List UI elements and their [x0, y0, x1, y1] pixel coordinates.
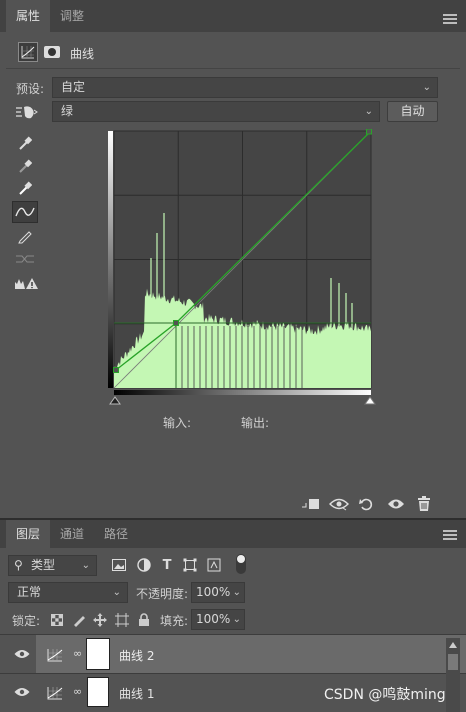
search-icon: ⚲	[14, 558, 23, 572]
visibility-eye-icon[interactable]	[14, 649, 30, 659]
curves-adjustment-icon	[18, 42, 38, 62]
link-icon[interactable]: ∞	[73, 685, 82, 698]
tab-channels[interactable]: 通道	[50, 520, 94, 548]
chevron-down-icon: ⌄	[232, 614, 241, 625]
lock-all-icon[interactable]	[135, 611, 153, 629]
properties-panel: 属性 调整 曲线 预设: 自定 ⌄ 绿 ⌄ 自动 输入: 输出:	[0, 0, 466, 518]
lock-position-icon[interactable]	[91, 611, 109, 629]
tab-adjustments[interactable]: 调整	[50, 0, 94, 32]
layer-row-selected[interactable]: ∞ 曲线 2	[0, 635, 466, 673]
chevron-down-icon: ⌄	[364, 106, 373, 117]
opacity-field[interactable]: 100% ⌄	[191, 582, 245, 603]
white-point-eyedropper-icon[interactable]	[12, 177, 38, 199]
preset-label: 预设:	[16, 82, 45, 96]
clip-to-layer-icon[interactable]	[299, 495, 321, 513]
fill-value: 100%	[196, 612, 231, 626]
layer-name: 曲线 2	[119, 649, 155, 663]
visibility-eye-icon[interactable]	[14, 687, 30, 697]
fill-label: 填充:	[160, 614, 189, 628]
header-title: 曲线	[70, 47, 95, 61]
reset-icon[interactable]	[357, 495, 375, 513]
smooth-curve-icon[interactable]	[12, 248, 38, 270]
input-label: 输入:	[163, 416, 192, 430]
tab-properties[interactable]: 属性	[6, 0, 51, 32]
curve-control-point[interactable]	[173, 320, 179, 326]
channel-dropdown[interactable]: 绿 ⌄	[52, 101, 380, 122]
panel-menu-icon[interactable]	[443, 530, 457, 540]
scrollbar-thumb[interactable]	[448, 654, 458, 670]
lock-transparent-pixels-icon[interactable]	[48, 611, 66, 629]
fill-field[interactable]: 100% ⌄	[191, 609, 245, 630]
target-adjustment-hand-icon[interactable]	[14, 104, 38, 120]
blend-mode-value: 正常	[17, 585, 42, 599]
lock-label: 锁定:	[12, 614, 41, 628]
opacity-label: 不透明度:	[136, 587, 189, 601]
layers-tabbar: 图层 通道 路径	[0, 520, 466, 548]
input-gradient-bar	[114, 390, 371, 395]
view-previous-state-icon[interactable]	[328, 495, 350, 513]
chevron-down-icon: ⌄	[232, 587, 241, 598]
scrollbar[interactable]	[446, 638, 460, 712]
opacity-value: 100%	[196, 585, 231, 599]
pixel-layer-filter-icon[interactable]	[110, 556, 128, 574]
panel-menu-icon[interactable]	[443, 14, 457, 24]
smart-object-filter-icon[interactable]	[205, 556, 223, 574]
preset-value: 自定	[61, 80, 86, 94]
mask-icon[interactable]	[42, 42, 62, 62]
gray-point-eyedropper-icon[interactable]	[12, 155, 38, 177]
divider	[0, 673, 466, 674]
output-label: 输出:	[241, 416, 270, 430]
chevron-down-icon: ⌄	[422, 82, 431, 93]
trash-icon[interactable]	[415, 495, 433, 513]
divider	[6, 68, 460, 69]
curve-edit-points-icon[interactable]	[12, 201, 38, 223]
lock-artboard-icon[interactable]	[113, 611, 131, 629]
layer-name: 曲线 1	[119, 687, 155, 701]
output-gradient-bar	[108, 131, 113, 388]
blend-mode-dropdown[interactable]: 正常 ⌄	[8, 582, 128, 603]
curves-adjustment-icon	[46, 647, 64, 663]
lock-image-pixels-icon[interactable]	[70, 611, 88, 629]
curves-graph[interactable]	[108, 129, 376, 409]
link-icon[interactable]: ∞	[73, 647, 82, 660]
curve-control-point[interactable]	[113, 367, 119, 373]
clipping-warning-icon[interactable]	[12, 272, 40, 294]
chevron-down-icon: ⌄	[81, 560, 90, 571]
tab-paths[interactable]: 路径	[94, 520, 138, 548]
type-layer-filter-icon[interactable]: T	[158, 556, 176, 574]
layer-mask-thumbnail[interactable]	[87, 677, 109, 707]
layer-filter-value: 类型	[31, 558, 56, 572]
layer-mask-thumbnail[interactable]	[86, 638, 110, 670]
auto-button[interactable]: 自动	[387, 101, 438, 122]
filter-toggle[interactable]	[236, 554, 248, 576]
visibility-eye-icon[interactable]	[385, 495, 407, 513]
black-point-eyedropper-icon[interactable]	[12, 132, 38, 154]
pencil-icon[interactable]	[12, 225, 38, 247]
preset-dropdown[interactable]: 自定 ⌄	[52, 77, 438, 98]
adjustment-layer-filter-icon[interactable]	[135, 556, 153, 574]
curves-adjustment-icon	[46, 685, 64, 701]
properties-tabbar: 属性 调整	[0, 0, 466, 32]
curve-control-point[interactable]	[366, 129, 372, 135]
watermark-text: CSDN @鸣鼓ming	[324, 687, 446, 703]
layer-filter-dropdown[interactable]: ⚲ 类型 ⌄	[8, 555, 97, 576]
channel-value: 绿	[61, 104, 74, 118]
chevron-down-icon: ⌄	[112, 587, 121, 598]
layers-panel: 图层 通道 路径 ⚲ 类型 ⌄ T 正常 ⌄ 不透明度: 100% ⌄ 锁定:	[0, 520, 466, 712]
tab-layers[interactable]: 图层	[6, 520, 51, 548]
shape-layer-filter-icon[interactable]	[181, 556, 199, 574]
